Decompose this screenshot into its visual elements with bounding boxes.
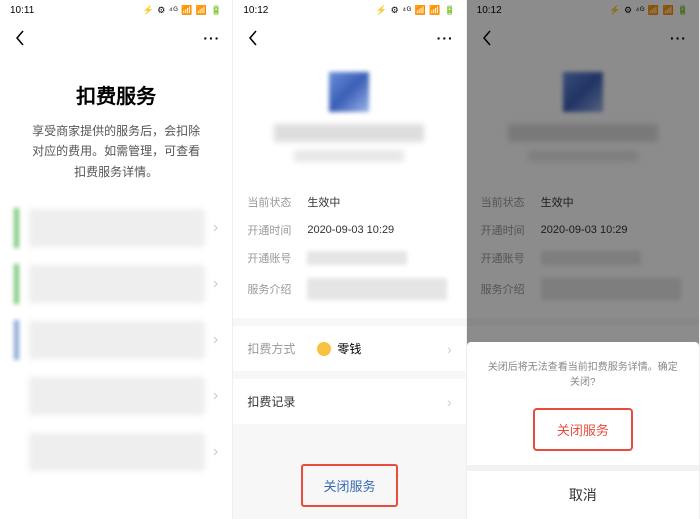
sheet-message: 关闭后将无法查看当前扣费服务详情。确定关闭?	[467, 342, 699, 402]
payment-method-label: 扣费方式	[247, 340, 317, 357]
payment-method-row[interactable]: 扣费方式 零钱 ›	[233, 326, 465, 371]
open-time-value: 2020-09-03 10:29	[307, 224, 394, 236]
nav-bar: ···	[233, 20, 465, 56]
list-item[interactable]: ›	[0, 368, 232, 424]
info-row-status: 当前状态生效中	[247, 188, 451, 216]
info-label: 开通账号	[247, 250, 307, 266]
status-bar: 10:11 ⚡ ⚙ ⁴ᴳ 📶 📶 🔋	[0, 0, 232, 20]
chevron-right-icon: ›	[447, 394, 452, 410]
list-item[interactable]: ›	[0, 424, 232, 480]
nav-bar: ···	[0, 20, 232, 56]
detail-content: 当前状态生效中 开通时间2020-09-03 10:29 开通账号 服务介绍 扣…	[233, 56, 465, 519]
merchant-logo	[329, 72, 369, 112]
screen-service-detail: 10:12 ⚡ ⚙ ⁴ᴳ 📶 📶 🔋 ··· 当前状态生效中 开通时间2020-…	[233, 0, 466, 519]
info-label: 开通时间	[247, 222, 307, 238]
merchant-sub-redacted	[294, 150, 404, 162]
page-description: 享受商家提供的服务后，会扣除对应的费用。如需管理，可查看扣费服务详情。	[22, 121, 210, 182]
close-service-button[interactable]: 关闭服务	[301, 464, 397, 507]
account-redacted	[307, 251, 407, 265]
merchant-name-redacted	[274, 124, 424, 142]
list-item[interactable]: ›	[0, 312, 232, 368]
list-item[interactable]: ›	[0, 200, 232, 256]
chevron-right-icon: ›	[213, 331, 218, 349]
page-header: 扣费服务 享受商家提供的服务后，会扣除对应的费用。如需管理，可查看扣费服务详情。	[0, 56, 232, 182]
payment-method-value: 零钱	[317, 340, 447, 357]
status-value: 生效中	[307, 194, 340, 210]
chevron-right-icon: ›	[213, 387, 218, 405]
intro-redacted	[307, 278, 447, 300]
records-row[interactable]: 扣费记录 ›	[233, 379, 465, 424]
footer: 关闭服务	[233, 448, 465, 519]
merchant-header	[233, 56, 465, 180]
service-list: › › › › ›	[0, 200, 232, 480]
info-row-intro: 服务介绍	[247, 272, 451, 306]
chevron-right-icon: ›	[447, 341, 452, 357]
confirm-close-button[interactable]: 关闭服务	[533, 408, 633, 451]
chevron-right-icon: ›	[213, 219, 218, 237]
chevron-right-icon: ›	[213, 275, 218, 293]
cancel-button[interactable]: 取消	[467, 471, 699, 519]
status-time: 10:11	[10, 5, 34, 16]
info-label: 当前状态	[247, 194, 307, 210]
info-section: 当前状态生效中 开通时间2020-09-03 10:29 开通账号 服务介绍	[233, 180, 465, 318]
page-title: 扣费服务	[22, 80, 210, 109]
records-label: 扣费记录	[247, 393, 447, 410]
screen-confirm-close: 10:12 ⚡ ⚙ ⁴ᴳ 📶 📶 🔋 ··· 当前状态生效中 开通时间2020-…	[467, 0, 700, 519]
status-icons: ⚡ ⚙ ⁴ᴳ 📶 📶 🔋	[376, 5, 456, 16]
back-icon[interactable]	[245, 30, 261, 46]
back-icon[interactable]	[12, 30, 28, 46]
action-sheet: 关闭后将无法查看当前扣费服务详情。确定关闭? 关闭服务 取消	[467, 342, 699, 519]
info-row-account: 开通账号	[247, 244, 451, 272]
coin-icon	[317, 342, 331, 356]
info-label: 服务介绍	[247, 281, 307, 297]
chevron-right-icon: ›	[213, 443, 218, 461]
more-icon[interactable]: ···	[437, 30, 454, 46]
info-row-time: 开通时间2020-09-03 10:29	[247, 216, 451, 244]
list-item[interactable]: ›	[0, 256, 232, 312]
more-icon[interactable]: ···	[203, 30, 220, 46]
status-icons: ⚡ ⚙ ⁴ᴳ 📶 📶 🔋	[143, 5, 223, 16]
sheet-confirm-wrap: 关闭服务	[467, 402, 699, 465]
screen-service-list: 10:11 ⚡ ⚙ ⁴ᴳ 📶 📶 🔋 ··· 扣费服务 享受商家提供的服务后，会…	[0, 0, 233, 519]
status-bar: 10:12 ⚡ ⚙ ⁴ᴳ 📶 📶 🔋	[233, 0, 465, 20]
status-time: 10:12	[243, 5, 268, 16]
